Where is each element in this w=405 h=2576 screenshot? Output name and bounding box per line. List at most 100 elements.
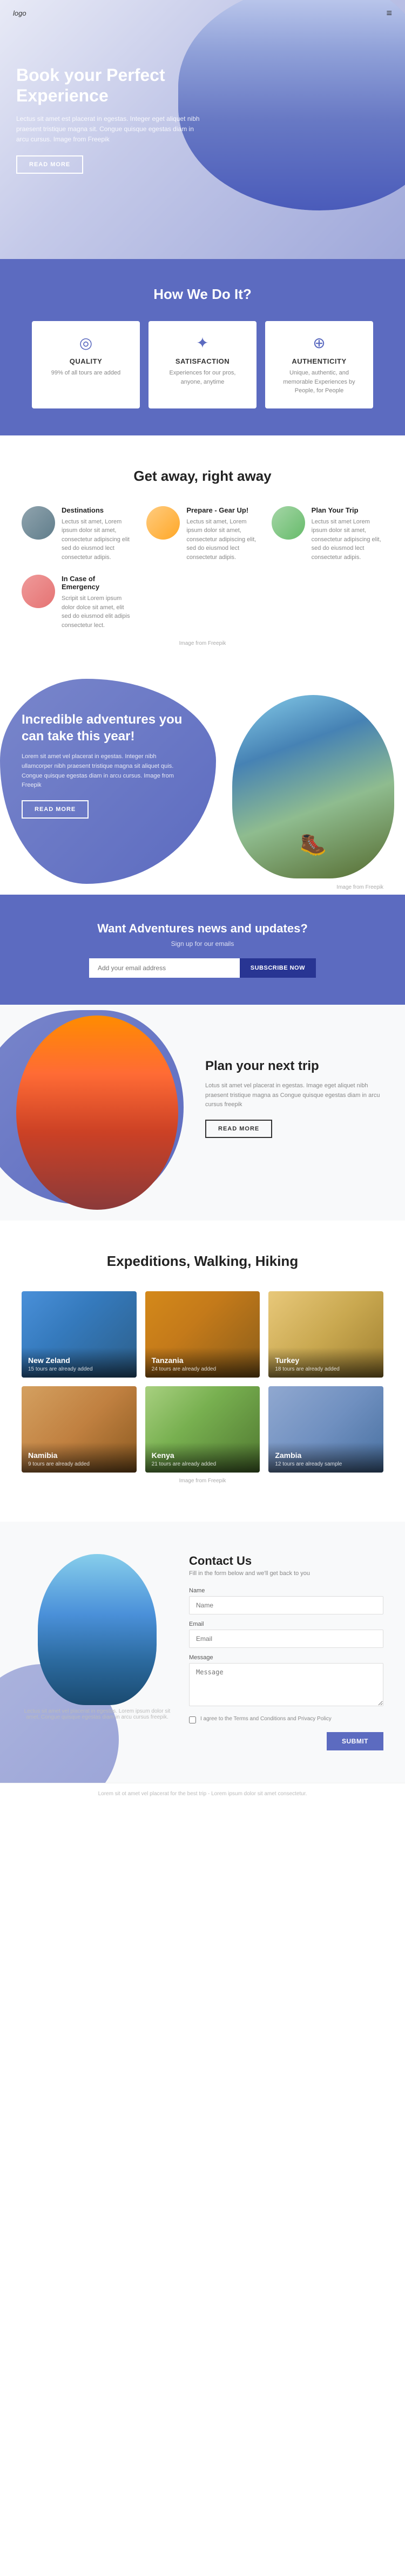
header: logo ≡	[0, 0, 405, 26]
plan-text: Plan Your Trip Lectus sit amet Lorem ips…	[312, 506, 383, 562]
expedition-turkey-overlay: Turkey 18 tours are already added	[268, 1347, 383, 1378]
getaway-destinations: Destinations Lectus sit amet, Lorem ipsu…	[22, 506, 133, 562]
contact-image-inner	[38, 1554, 157, 1705]
destinations-text: Destinations Lectus sit amet, Lorem ipsu…	[62, 506, 133, 562]
message-field-row: Message	[189, 1654, 383, 1709]
gear-title: Prepare - Gear Up!	[186, 506, 258, 514]
adventure-content: Incredible adventures you can take this …	[22, 711, 184, 819]
how-title: How We Do It?	[22, 286, 383, 303]
email-input[interactable]	[189, 1630, 383, 1648]
gear-image	[146, 506, 180, 540]
expedition-turkey-desc: 18 tours are already added	[275, 1366, 377, 1372]
logo: logo	[13, 9, 26, 17]
plan-desc: Lectus sit amet Lorem ipsum dolor sit am…	[312, 517, 383, 562]
quality-desc: 99% of all tours are added	[43, 369, 129, 378]
getaway-section: Get away, right away Destinations Lectus…	[0, 435, 405, 679]
adventure-image	[232, 695, 394, 878]
expedition-kenya[interactable]: Kenya 21 tours are already added	[145, 1386, 260, 1473]
name-label: Name	[189, 1587, 383, 1594]
how-card-quality: ◎ QUALITY 99% of all tours are added	[32, 321, 140, 408]
plan-read-more-button[interactable]: READ MORE	[205, 1120, 272, 1138]
gear-desc: Lectus sit amet, Lorem ipsum dolor sit a…	[186, 517, 258, 562]
adventure-description: Lorem sit amet vel placerat in egestas. …	[22, 752, 184, 790]
expedition-new-zealand[interactable]: New Zeland 15 tours are already added	[22, 1291, 137, 1378]
expedition-zambia-desc: 12 tours are already sample	[275, 1461, 377, 1467]
newsletter-subscribe-button[interactable]: SUBSCRIBE NOW	[240, 958, 316, 978]
expeditions-grid: New Zeland 15 tours are already added Ta…	[22, 1291, 383, 1473]
expeditions-section: Expeditions, Walking, Hiking New Zeland …	[0, 1221, 405, 1522]
newsletter-section: Want Adventures news and updates? Sign u…	[0, 895, 405, 1005]
getaway-plan: Plan Your Trip Lectus sit amet Lorem ips…	[272, 506, 383, 562]
contact-image-desc: Lectus sit amet vel placerat in egestas.…	[22, 1708, 173, 1720]
expedition-namibia[interactable]: Namibia 9 tours are already added	[22, 1386, 137, 1473]
emergency-image	[22, 575, 55, 608]
adventure-read-more-button[interactable]: READ MORE	[22, 800, 89, 819]
expedition-namibia-overlay: Namibia 9 tours are already added	[22, 1442, 137, 1473]
message-label: Message	[189, 1654, 383, 1661]
plan-image-inner	[16, 1016, 178, 1210]
authenticity-icon: ⊕	[276, 334, 362, 352]
email-label: Email	[189, 1621, 383, 1627]
expedition-new-zealand-title: New Zeland	[28, 1356, 130, 1365]
getaway-emergency: In Case of Emergency Scripit sit Lorem i…	[22, 575, 133, 630]
name-input[interactable]	[189, 1596, 383, 1614]
satisfaction-title: SATISFACTION	[159, 357, 246, 365]
expedition-zambia-overlay: Zambia 12 tours are already sample	[268, 1442, 383, 1473]
emergency-text: In Case of Emergency Scripit sit Lorem i…	[62, 575, 133, 630]
footer-text: Lorem sit ot amet vel placerat for the b…	[98, 1791, 307, 1797]
destinations-title: Destinations	[62, 506, 133, 514]
how-section: How We Do It? ◎ QUALITY 99% of all tours…	[0, 259, 405, 435]
destinations-image	[22, 506, 55, 540]
expedition-kenya-overlay: Kenya 21 tours are already added	[145, 1442, 260, 1473]
expedition-turkey[interactable]: Turkey 18 tours are already added	[268, 1291, 383, 1378]
hero-section: Book your Perfect Experience Lectus sit …	[0, 0, 405, 259]
hero-title: Book your Perfect Experience	[16, 65, 200, 106]
hero-mountain-image	[178, 0, 405, 210]
plan-image	[272, 506, 305, 540]
terms-checkbox[interactable]	[189, 1716, 196, 1723]
adventure-image-credit: Image from Freepik	[326, 882, 394, 892]
newsletter-email-input[interactable]	[89, 958, 240, 978]
plan-section: Plan your next trip Lotus sit amet vel p…	[0, 1005, 405, 1221]
expeditions-title: Expeditions, Walking, Hiking	[22, 1253, 383, 1270]
hero-blob	[178, 0, 405, 210]
email-field-row: Email	[189, 1621, 383, 1648]
quality-title: QUALITY	[43, 357, 129, 365]
newsletter-title: Want Adventures news and updates?	[22, 922, 383, 936]
adventure-title: Incredible adventures you can take this …	[22, 711, 184, 745]
plan-title: Plan Your Trip	[312, 506, 383, 514]
plan-title: Plan your next trip	[205, 1059, 383, 1074]
contact-image	[38, 1554, 157, 1705]
newsletter-form: SUBSCRIBE NOW	[89, 958, 316, 978]
expeditions-image-credit: Image from Freepik	[22, 1478, 383, 1484]
how-card-satisfaction: ✦ SATISFACTION Experiences for our pros,…	[148, 321, 256, 408]
expedition-namibia-title: Namibia	[28, 1451, 130, 1460]
hero-description: Lectus sit amet est placerat in egestas.…	[16, 114, 200, 145]
contact-image-wrap: Lectus sit amet vel placerat in egestas.…	[22, 1554, 173, 1750]
submit-button[interactable]: SUBMIT	[327, 1732, 383, 1750]
satisfaction-desc: Experiences for our pros, anyone, anytim…	[159, 369, 246, 386]
message-textarea[interactable]	[189, 1663, 383, 1706]
adventure-section: Incredible adventures you can take this …	[0, 679, 405, 895]
quality-icon: ◎	[43, 334, 129, 352]
getaway-gear: Prepare - Gear Up! Lectus sit amet, Lore…	[146, 506, 258, 562]
checkbox-row: I agree to the Terms and Conditions and …	[189, 1715, 383, 1723]
plan-description: Lotus sit amet vel placerat in egestas. …	[205, 1081, 383, 1110]
contact-form: Contact Us Fill in the form below and we…	[189, 1554, 383, 1750]
hero-read-more-button[interactable]: READ MORE	[16, 155, 83, 174]
expedition-zambia[interactable]: Zambia 12 tours are already sample	[268, 1386, 383, 1473]
menu-icon[interactable]: ≡	[386, 8, 392, 19]
adventure-image-inner	[232, 695, 394, 878]
expedition-tanzania[interactable]: Tanzania 24 tours are already added	[145, 1291, 260, 1378]
destinations-desc: Lectus sit amet, Lorem ipsum dolor sit a…	[62, 517, 133, 562]
satisfaction-icon: ✦	[159, 334, 246, 352]
expedition-tanzania-title: Tanzania	[152, 1356, 254, 1365]
expedition-zambia-title: Zambia	[275, 1451, 377, 1460]
contact-form-title: Contact Us	[189, 1554, 383, 1568]
hero-content: Book your Perfect Experience Lectus sit …	[16, 65, 200, 174]
authenticity-desc: Unique, authentic, and memorable Experie…	[276, 369, 362, 396]
authenticity-title: AUTHENTICITY	[276, 357, 362, 365]
expedition-tanzania-desc: 24 tours are already added	[152, 1366, 254, 1372]
expedition-new-zealand-desc: 15 tours are already added	[28, 1366, 130, 1372]
contact-section: Lectus sit amet vel placerat in egestas.…	[0, 1522, 405, 1783]
